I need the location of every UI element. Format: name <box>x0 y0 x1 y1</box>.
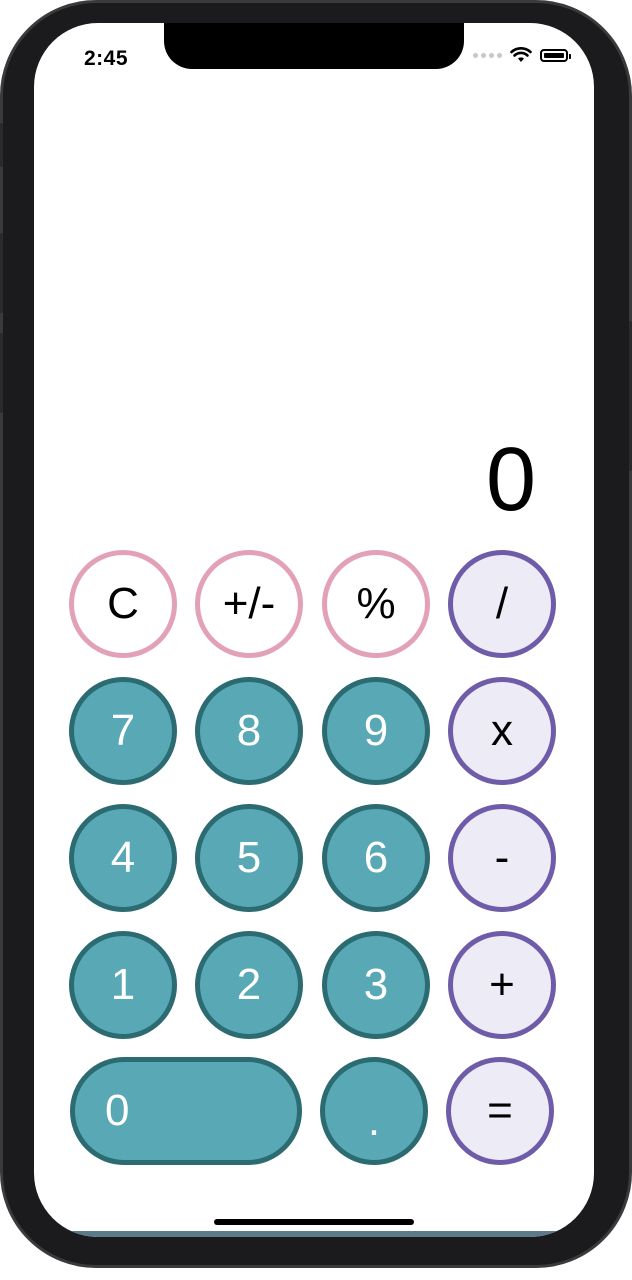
add-button[interactable]: + <box>448 931 556 1039</box>
digit-2-label: 2 <box>236 960 262 1009</box>
clear-button-label: C <box>107 579 139 628</box>
equals-button-label: = <box>487 1086 513 1135</box>
digit-1-button[interactable]: 1 <box>69 931 177 1039</box>
sign-toggle-button[interactable]: +/- <box>195 550 303 658</box>
multiply-button[interactable]: x <box>448 677 556 785</box>
divide-button[interactable]: / <box>448 550 556 658</box>
screen: 2:45 0 C +/- % / 7 8 9 x 4 5 6 - 1 2 3 +… <box>34 23 594 1237</box>
volume-up-button <box>0 233 3 313</box>
digit-5-label: 5 <box>236 833 262 882</box>
screen-bottom-edge <box>34 1231 594 1237</box>
digit-5-button[interactable]: 5 <box>195 804 303 912</box>
digit-4-button[interactable]: 4 <box>69 804 177 912</box>
digit-3-label: 3 <box>363 960 389 1009</box>
status-icons <box>473 47 571 63</box>
result-display: 0 <box>485 430 536 530</box>
wifi-icon <box>510 47 532 62</box>
add-button-label: + <box>489 960 515 1009</box>
sign-toggle-button-label: +/- <box>222 579 276 628</box>
divide-button-label: / <box>495 579 509 628</box>
clear-button[interactable]: C <box>69 550 177 658</box>
digit-8-label: 8 <box>236 706 262 755</box>
digit-0-button[interactable]: 0 <box>70 1057 302 1165</box>
phone-frame: 2:45 0 C +/- % / 7 8 9 x 4 5 6 - 1 2 3 +… <box>0 0 632 1268</box>
digit-7-button[interactable]: 7 <box>69 677 177 785</box>
multiply-button-label: x <box>491 706 513 755</box>
notch <box>164 23 464 69</box>
battery-icon <box>540 48 571 62</box>
decimal-button[interactable]: . <box>320 1057 428 1165</box>
percent-button-label: % <box>356 579 396 628</box>
percent-button[interactable]: % <box>322 550 430 658</box>
volume-button <box>0 123 3 167</box>
digit-1-label: 1 <box>110 960 136 1009</box>
digit-9-button[interactable]: 9 <box>322 677 430 785</box>
home-indicator[interactable] <box>214 1219 414 1225</box>
subtract-button[interactable]: - <box>448 804 556 912</box>
digit-7-label: 7 <box>110 706 136 755</box>
status-time: 2:45 <box>84 47 129 70</box>
decimal-button-label: . <box>367 1096 381 1145</box>
digit-6-button[interactable]: 6 <box>322 804 430 912</box>
digit-3-button[interactable]: 3 <box>322 931 430 1039</box>
digit-4-label: 4 <box>110 833 136 882</box>
equals-button[interactable]: = <box>446 1057 554 1165</box>
cellular-signal-icon <box>473 52 502 58</box>
digit-8-button[interactable]: 8 <box>195 677 303 785</box>
digit-2-button[interactable]: 2 <box>195 931 303 1039</box>
volume-down-button <box>0 333 3 413</box>
subtract-button-label: - <box>494 833 510 882</box>
digit-6-label: 6 <box>363 833 389 882</box>
digit-9-label: 9 <box>363 706 389 755</box>
digit-0-label: 0 <box>105 1086 130 1135</box>
